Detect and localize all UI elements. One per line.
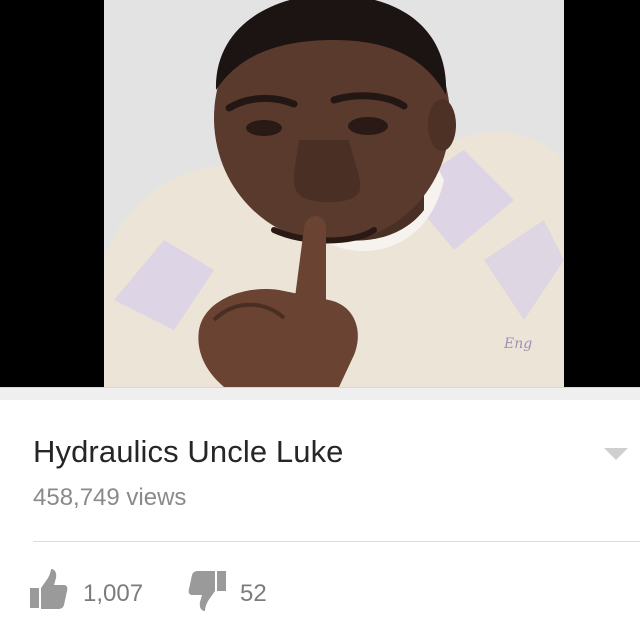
svg-text:Eng: Eng <box>503 336 532 352</box>
video-player[interactable]: Eng <box>0 0 640 387</box>
view-count: 458,749 views <box>33 484 187 511</box>
video-thumbnail[interactable]: Eng <box>104 0 564 387</box>
player-divider <box>0 387 640 400</box>
chevron-down-icon <box>604 448 628 460</box>
thumbs-down-icon <box>188 571 226 611</box>
thumbnail-image: Eng <box>104 0 564 387</box>
video-info-card: Hydraulics Uncle Luke 458,749 views 1,00… <box>0 400 640 640</box>
video-title: Hydraulics Uncle Luke <box>33 434 344 469</box>
divider <box>33 541 640 542</box>
thumbs-up-icon <box>30 569 68 609</box>
like-button[interactable]: 1,007 <box>28 568 158 618</box>
dislike-button[interactable]: 52 <box>188 568 288 618</box>
expand-description-button[interactable] <box>601 442 631 464</box>
dislike-count: 52 <box>240 580 267 607</box>
like-count: 1,007 <box>83 580 144 607</box>
video-watch-screen: Eng Hydraulics Uncle Luke 458,749 views … <box>0 0 640 640</box>
